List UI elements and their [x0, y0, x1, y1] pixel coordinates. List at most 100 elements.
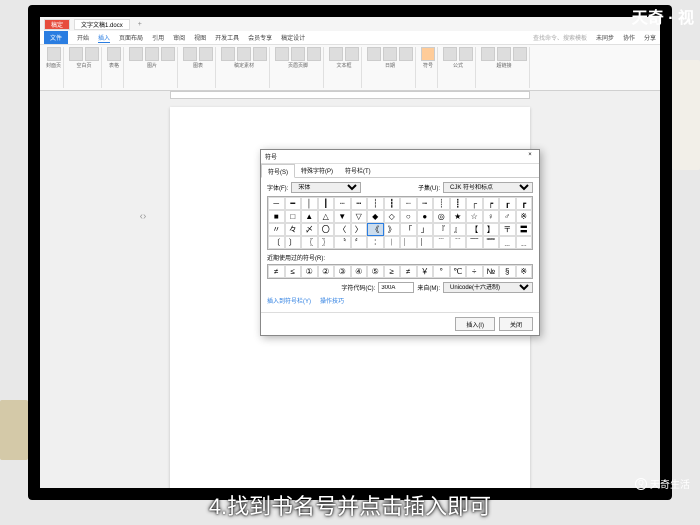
symbol-cell[interactable]: 「	[400, 223, 417, 236]
tab-add[interactable]: +	[134, 21, 146, 28]
symbol-cell[interactable]: 〗	[318, 236, 335, 249]
bm-icon[interactable]	[497, 47, 511, 61]
textbox-icon[interactable]	[329, 47, 343, 61]
symbol-cell[interactable]: ▼	[334, 210, 351, 223]
att-icon[interactable]	[383, 47, 397, 61]
symbol-cell[interactable]: ┍	[483, 197, 500, 210]
insert-to-bar-link[interactable]: 插入到符号栏(Y)	[267, 296, 311, 305]
menu-file[interactable]: 文件	[44, 31, 68, 44]
symbol-cell[interactable]: ┉	[417, 197, 434, 210]
symbol-cell[interactable]: ︳	[400, 236, 417, 249]
symbol-cell[interactable]: 】	[483, 223, 500, 236]
symbol-cell[interactable]: ﹌	[483, 236, 500, 249]
menu-start[interactable]: 开始	[77, 33, 89, 42]
symbol-cell[interactable]: 々	[285, 223, 302, 236]
symbol-cell[interactable]: ☆	[466, 210, 483, 223]
symbol-cell[interactable]: 」	[417, 223, 434, 236]
art-icon[interactable]	[345, 47, 359, 61]
symbol-cell[interactable]: 〈	[334, 223, 351, 236]
menu-sec[interactable]: 会员专享	[248, 33, 272, 42]
recent-symbol-cell[interactable]: ①	[301, 265, 318, 278]
recent-symbol-cell[interactable]: ≥	[384, 265, 401, 278]
insert-button[interactable]: 插入(I)	[455, 317, 495, 331]
symbol-cell[interactable]: ■	[268, 210, 285, 223]
symbol-cell[interactable]: ◆	[367, 210, 384, 223]
symbol-cell[interactable]: ┆	[367, 197, 384, 210]
symbol-cell[interactable]: ◇	[384, 210, 401, 223]
share-button[interactable]: 分享	[644, 33, 656, 42]
symbol-cell[interactable]: ※	[516, 210, 533, 223]
mind-icon[interactable]	[253, 47, 267, 61]
wm-icon[interactable]	[307, 47, 321, 61]
recent-symbol-cell[interactable]: ⑤	[367, 265, 384, 278]
symbol-cell[interactable]: ﹊	[450, 236, 467, 249]
symbol-cell[interactable]: ┅	[351, 197, 368, 210]
symbol-cell[interactable]: ★	[450, 210, 467, 223]
menu-layout[interactable]: 页面布局	[119, 33, 143, 42]
symbol-cell[interactable]: ▲	[301, 210, 318, 223]
link-icon[interactable]	[481, 47, 495, 61]
coop-button[interactable]: 协作	[623, 33, 635, 42]
symbol-cell[interactable]: ﹉	[433, 236, 450, 249]
header-icon[interactable]	[275, 47, 289, 61]
symbol-cell[interactable]: ﹍	[499, 236, 516, 249]
tab-document[interactable]: 文字文稿1.docx	[74, 19, 130, 30]
symbol-cell[interactable]: ﹎	[516, 236, 533, 249]
tab-app[interactable]: 稿定	[44, 19, 70, 30]
recent-symbol-cell[interactable]: ≠	[268, 265, 285, 278]
symbol-cell[interactable]: 》	[384, 223, 401, 236]
recent-symbol-cell[interactable]: ￥	[417, 265, 434, 278]
shape-icon[interactable]	[145, 47, 159, 61]
symbol-cell[interactable]: ━	[285, 197, 302, 210]
sync-status[interactable]: 未同步	[596, 33, 614, 42]
symbol-cell[interactable]: ┊	[433, 197, 450, 210]
menu-insert[interactable]: 插入	[98, 33, 110, 43]
smart-icon[interactable]	[199, 47, 213, 61]
symbol-cell[interactable]: 〆	[301, 223, 318, 236]
symbol-cell[interactable]: │	[301, 197, 318, 210]
symbol-cell[interactable]: ●	[417, 210, 434, 223]
recent-symbol-cell[interactable]: ℃	[450, 265, 467, 278]
symbol-cell[interactable]: 〓	[516, 223, 533, 236]
symbol-cell[interactable]: ┈	[400, 197, 417, 210]
recent-symbol-cell[interactable]: ≤	[285, 265, 302, 278]
obj-icon[interactable]	[399, 47, 413, 61]
symbol-cell[interactable]: ♀	[483, 210, 500, 223]
symbol-cell[interactable]: 『	[433, 223, 450, 236]
symbol-cell[interactable]: ┋	[450, 197, 467, 210]
symbol-cell[interactable]: ┃	[318, 197, 335, 210]
symbol-cell[interactable]: ︴	[417, 236, 434, 249]
flow-icon[interactable]	[237, 47, 251, 61]
chart-icon[interactable]	[183, 47, 197, 61]
menu-review[interactable]: 审阅	[173, 33, 185, 42]
date-icon[interactable]	[367, 47, 381, 61]
recent-symbol-cell[interactable]: №	[483, 265, 500, 278]
break-icon[interactable]	[85, 47, 99, 61]
symbol-cell[interactable]: ┇	[384, 197, 401, 210]
symbol-cell[interactable]: 』	[450, 223, 467, 236]
close-icon[interactable]: ×	[525, 152, 535, 162]
xref-icon[interactable]	[513, 47, 527, 61]
asset-icon[interactable]	[221, 47, 235, 61]
tips-link[interactable]: 操作技巧	[320, 296, 344, 305]
symbol-cell[interactable]: 〞	[351, 236, 368, 249]
symbol-cell[interactable]: □	[285, 210, 302, 223]
pagenum-icon[interactable]	[291, 47, 305, 61]
font-select[interactable]: 宋体	[291, 182, 361, 193]
recent-symbol-cell[interactable]: ÷	[466, 265, 483, 278]
tab-special[interactable]: 特殊字符(P)	[295, 164, 339, 177]
menu-view[interactable]: 视图	[194, 33, 206, 42]
recent-symbol-cell[interactable]: ※	[516, 265, 533, 278]
num-icon[interactable]	[459, 47, 473, 61]
symbol-cell[interactable]: 《	[367, 223, 384, 236]
symbol-cell[interactable]: ─	[268, 197, 285, 210]
ruler[interactable]	[170, 91, 530, 99]
symbol-cell[interactable]: 〇	[318, 223, 335, 236]
tab-symbols[interactable]: 符号(S)	[261, 164, 295, 178]
symbol-cell[interactable]: 【	[466, 223, 483, 236]
recent-symbol-cell[interactable]: °	[433, 265, 450, 278]
eq-icon[interactable]	[443, 47, 457, 61]
recent-symbol-cell[interactable]: ④	[351, 265, 368, 278]
from-select[interactable]: Unicode(十六进制)	[443, 282, 533, 293]
symbol-cell[interactable]: ○	[400, 210, 417, 223]
